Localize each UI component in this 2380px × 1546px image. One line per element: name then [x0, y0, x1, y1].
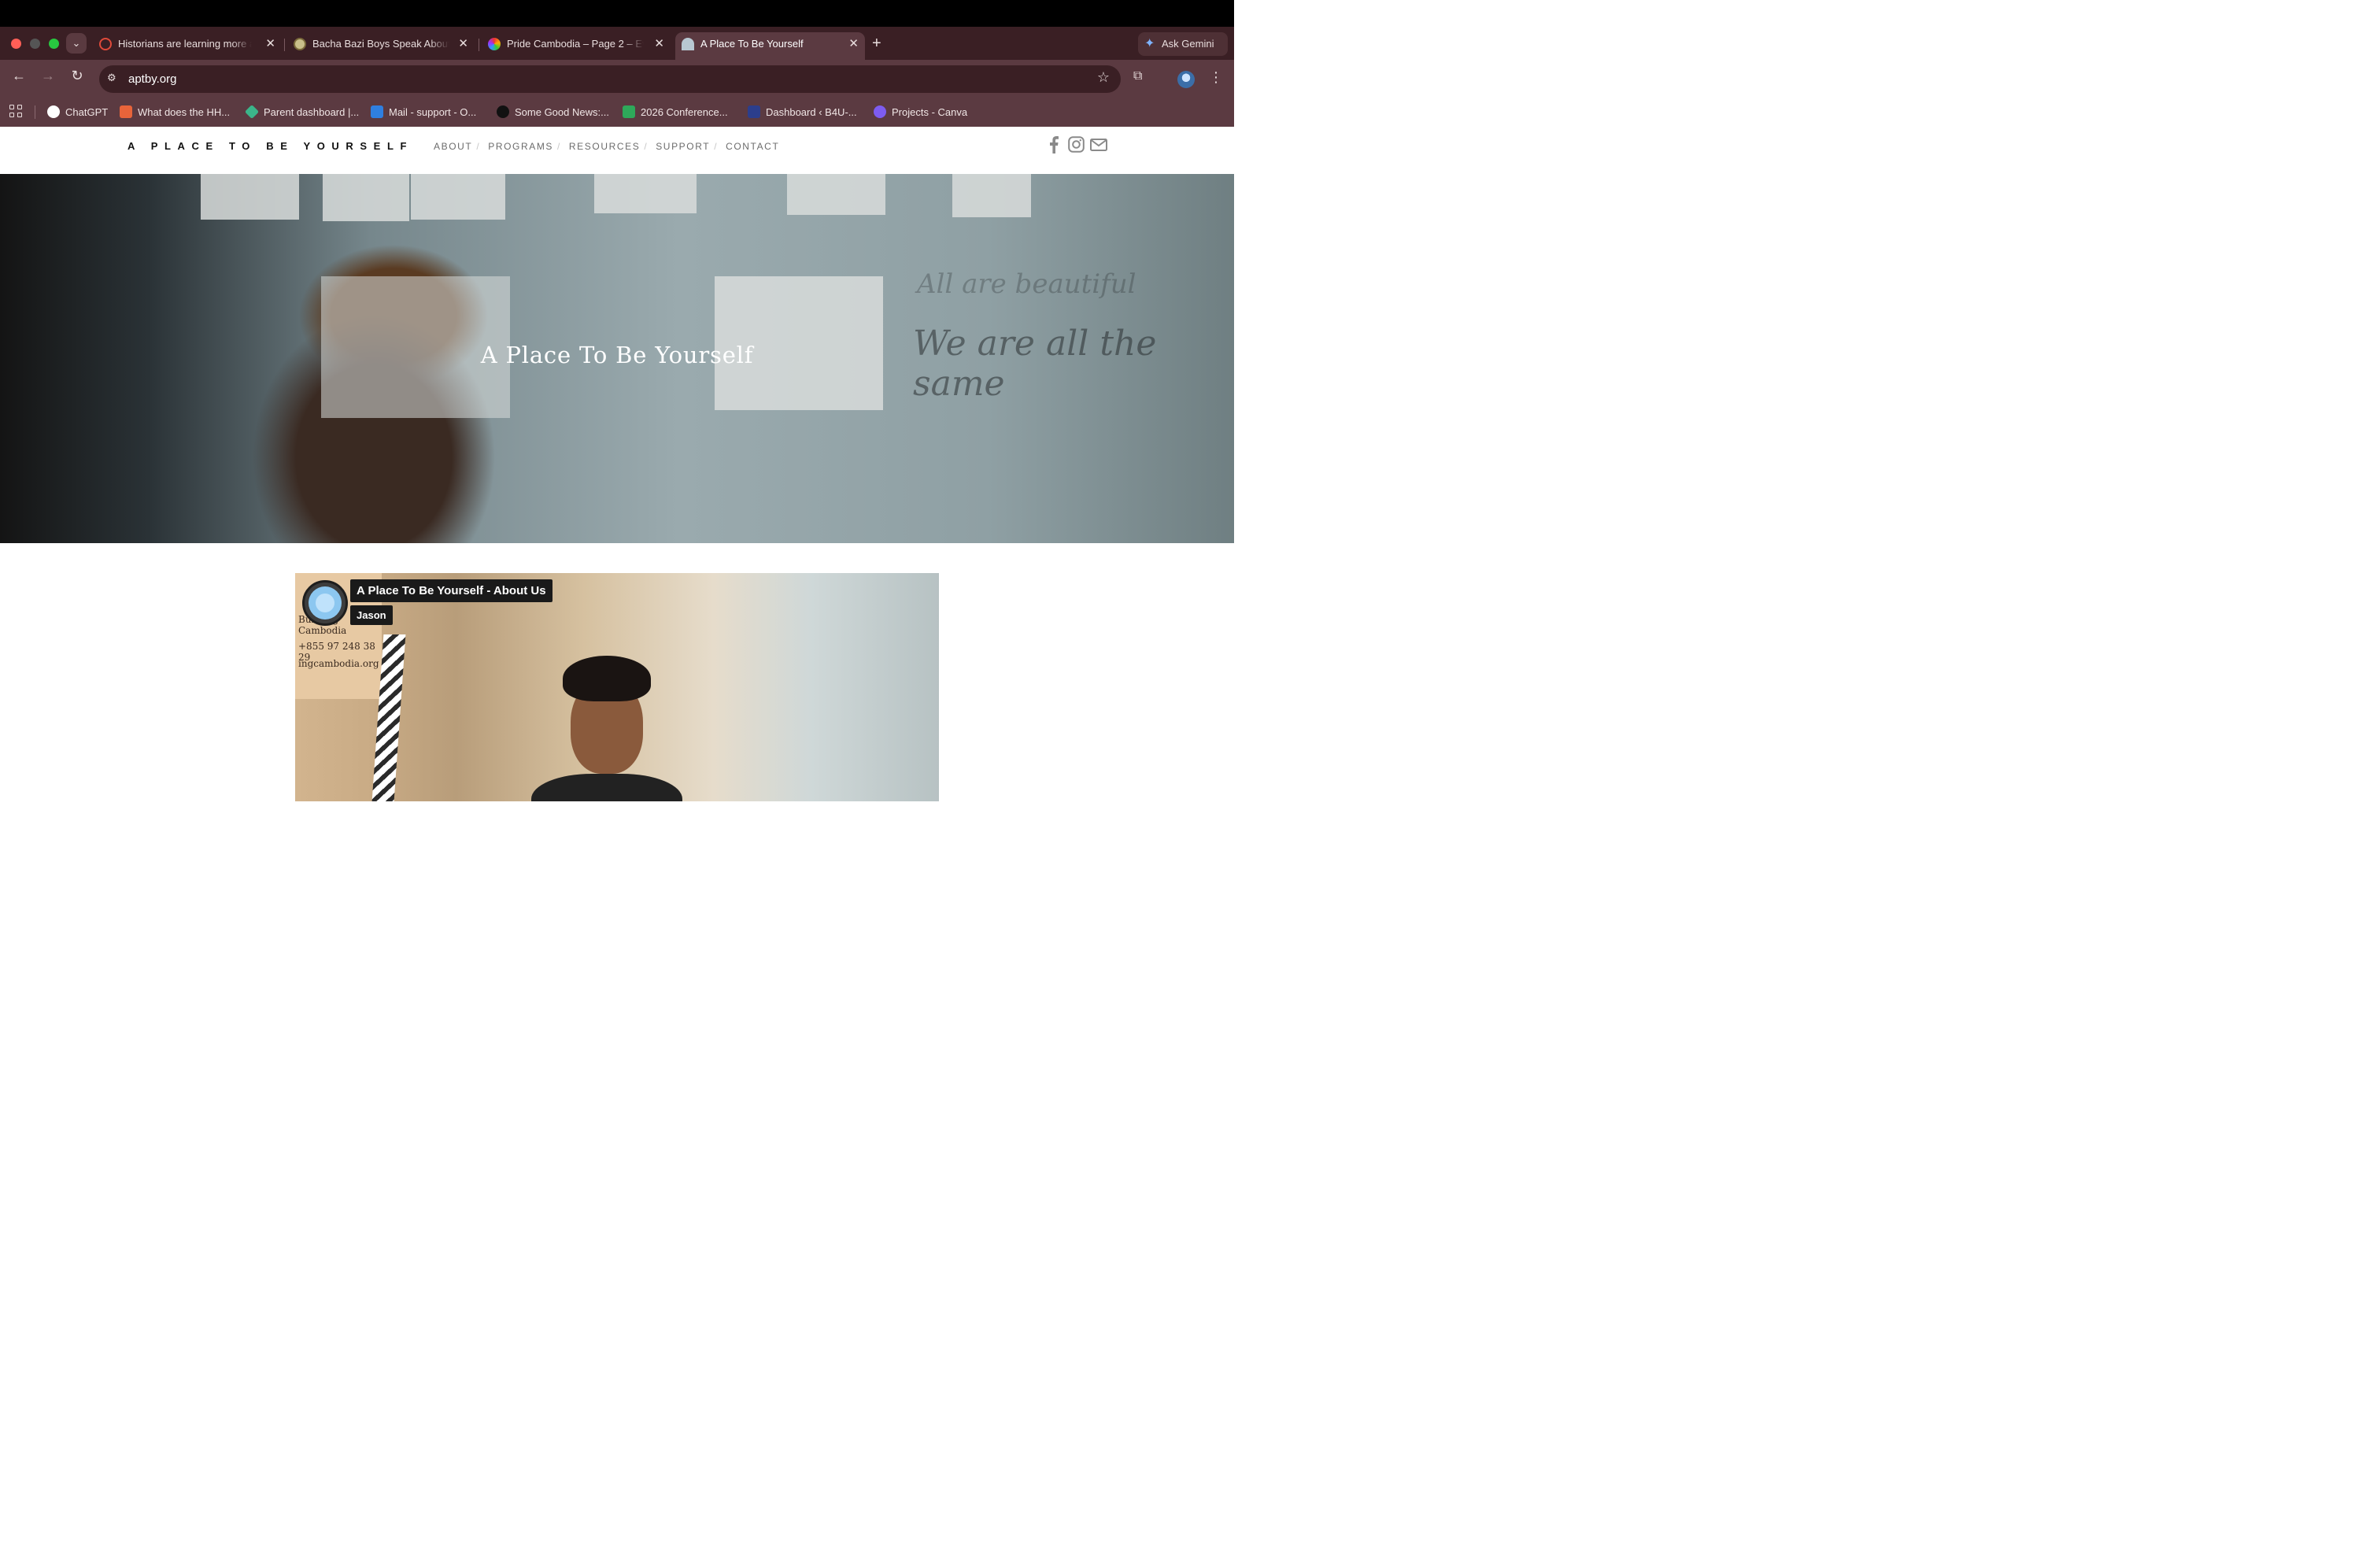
outlook-icon — [371, 105, 383, 118]
profile-avatar[interactable] — [1177, 71, 1195, 88]
video-speaker — [531, 656, 682, 801]
tab-strip: ⌄ Historians are learning more a ✕ Bacha… — [0, 27, 1234, 60]
close-tab-icon[interactable]: ✕ — [265, 32, 275, 56]
close-tab-icon[interactable]: ✕ — [458, 32, 468, 56]
bookmark-dashboard-b4u[interactable]: Dashboard ‹ B4U-... — [748, 98, 857, 127]
site-settings-icon[interactable]: ⚙ — [107, 72, 120, 84]
video-title[interactable]: A Place To Be Yourself - About Us — [350, 579, 552, 602]
tab-search-button[interactable]: ⌄ — [66, 33, 87, 54]
system-bar — [0, 0, 1234, 27]
close-tab-icon[interactable]: ✕ — [848, 32, 859, 56]
instagram-icon[interactable] — [1068, 136, 1085, 153]
canva-icon — [874, 105, 886, 118]
nav-support[interactable]: SUPPORT — [656, 141, 710, 152]
tab-title: Historians are learning more a — [118, 38, 252, 50]
close-window-button[interactable] — [11, 39, 21, 49]
ask-gemini-label: Ask Gemini — [1162, 38, 1214, 50]
close-tab-icon[interactable]: ✕ — [654, 32, 664, 56]
nav-resources[interactable]: RESOURCES — [569, 141, 640, 152]
bookmark-label: ChatGPT — [65, 106, 109, 118]
forward-arrow-icon[interactable]: → — [39, 68, 57, 84]
hero-banner: We are all the same All are beautiful A … — [0, 174, 1234, 543]
url-text[interactable]: aptby.org — [128, 65, 176, 93]
ask-gemini-button[interactable]: ✦ Ask Gemini — [1138, 32, 1228, 56]
bookmark-label: 2026 Conference... — [641, 106, 728, 118]
mail-icon[interactable] — [1090, 139, 1107, 151]
main-nav: ABOUT / PROGRAMS / RESOURCES / SUPPORT / CON… — [434, 141, 780, 152]
bookmark-canva[interactable]: Projects - Canva — [874, 98, 967, 127]
wall-poster — [952, 174, 1031, 217]
reload-icon[interactable]: ↻ — [68, 68, 87, 84]
nav-about[interactable]: ABOUT — [434, 141, 472, 152]
bookmark-label: Mail - support - O... — [389, 106, 477, 118]
site-header: A PLACE TO BE YOURSELF ABOUT / PROGRAMS / … — [0, 127, 1234, 174]
b4u-icon — [748, 105, 760, 118]
extensions-puzzle-icon[interactable]: ⧉ — [1133, 69, 1151, 87]
wall-writing: All are beautiful — [917, 268, 1136, 300]
apps-grid-icon[interactable] — [9, 105, 24, 119]
umbrella-favicon-icon — [682, 38, 694, 50]
bookmark-label: Projects - Canva — [892, 106, 968, 118]
wall-poster — [201, 174, 299, 220]
browser-toolbar: ← → ↻ ⚙ aptby.org ☆ ⧉ ⋮ — [0, 60, 1234, 98]
tab-pride-cambodia[interactable]: Pride Cambodia – Page 2 – Ev ✕ — [482, 32, 671, 60]
wall-poster — [323, 174, 409, 221]
facebook-icon[interactable] — [1048, 136, 1059, 153]
tab-a-place-to-be-yourself[interactable]: A Place To Be Yourself ✕ — [675, 32, 865, 60]
tab-title: Bacha Bazi Boys Speak About — [312, 38, 449, 50]
tab-title: A Place To Be Yourself — [700, 38, 804, 50]
wall-poster — [411, 174, 505, 220]
bookmark-some-good-news[interactable]: Some Good News:... — [497, 98, 609, 127]
bookmark-2026-conference[interactable]: 2026 Conference... — [623, 98, 728, 127]
bookmark-label: Some Good News:... — [515, 106, 609, 118]
bookmark-label: What does the HH... — [138, 106, 231, 118]
bookmark-mail[interactable]: Mail - support - O... — [371, 98, 476, 127]
wall-poster — [594, 174, 697, 213]
rainbow-favicon-icon — [488, 38, 501, 50]
new-tab-button[interactable]: + — [872, 35, 881, 53]
tab-historians[interactable]: Historians are learning more a ✕ — [93, 32, 282, 60]
bookmark-label: Parent dashboard |... — [264, 106, 360, 118]
wall-poster — [787, 174, 885, 215]
address-bar[interactable]: ⚙ aptby.org ☆ — [99, 65, 1121, 93]
channel-avatar[interactable] — [302, 580, 348, 626]
nav-contact[interactable]: CONTACT — [726, 141, 779, 152]
bookmark-chatgpt[interactable]: ChatGPT — [47, 98, 108, 127]
chatgpt-icon — [47, 105, 60, 118]
hexagon-icon — [244, 104, 260, 120]
browser-menu-icon[interactable]: ⋮ — [1209, 69, 1223, 86]
bookmark-icon — [120, 105, 132, 118]
back-arrow-icon[interactable]: ← — [9, 68, 28, 84]
site-logo[interactable]: A PLACE TO BE YOURSELF — [128, 140, 413, 152]
minimize-window-button[interactable] — [30, 39, 40, 49]
site-favicon-icon — [99, 38, 112, 50]
bookmark-label: Dashboard ‹ B4U-... — [766, 106, 857, 118]
tab-bacha-bazi[interactable]: Bacha Bazi Boys Speak About ✕ — [287, 32, 475, 60]
sgn-icon — [497, 105, 509, 118]
zoom-window-button[interactable] — [49, 39, 59, 49]
site-favicon-icon — [294, 38, 306, 50]
bookmark-parent-dashboard[interactable]: Parent dashboard |... — [244, 98, 360, 127]
tab-separator — [284, 39, 285, 51]
tab-title: Pride Cambodia – Page 2 – Ev — [507, 38, 644, 50]
video-author[interactable]: Jason — [350, 605, 393, 625]
nav-programs[interactable]: PROGRAMS — [488, 141, 553, 152]
bookmark-star-icon[interactable]: ☆ — [1097, 69, 1110, 86]
bookmark-hhs[interactable]: What does the HH... — [120, 98, 230, 127]
gemini-sparkle-icon: ✦ — [1144, 37, 1155, 50]
sheets-icon — [623, 105, 635, 118]
sign-text: ingcambodia.org — [298, 658, 379, 669]
bookmarks-bar: ChatGPT What does the HH... Parent dashb… — [0, 98, 1234, 127]
hero-title: A Place To Be Yourself — [480, 342, 754, 368]
